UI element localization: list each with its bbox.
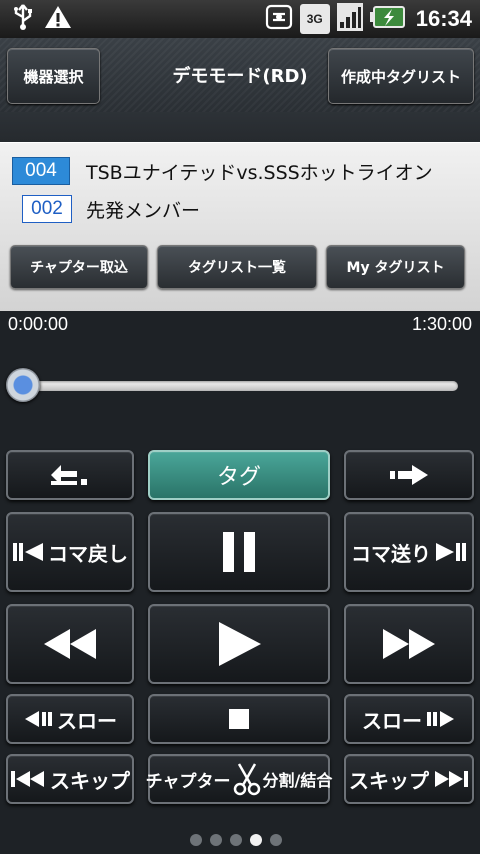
chapter-row: 002 先発メンバー: [12, 195, 200, 223]
fast-forward-icon: [381, 627, 437, 661]
header-spacer: [0, 112, 480, 142]
chapter-import-button[interactable]: チャプター取込: [10, 245, 148, 289]
page-title: デモモード(RD): [172, 66, 308, 87]
chapter-number: 002: [22, 195, 72, 223]
skip-forward-icon: [433, 769, 469, 789]
status-bar: 3G 16:34: [0, 0, 480, 38]
taglist-list-button[interactable]: タグリスト一覧: [157, 245, 317, 289]
frame-back-icon: [12, 541, 44, 563]
fast-forward-button[interactable]: [344, 604, 474, 684]
end-time: 1:30:00: [411, 314, 472, 334]
skip-forward-label: スキップ: [349, 768, 429, 793]
slow-forward-label: スロー: [362, 708, 422, 733]
network-3g-icon: 3G: [299, 4, 330, 34]
play-icon: [215, 620, 263, 668]
skip-back-button[interactable]: スキップ: [6, 754, 134, 804]
return-arrow-icon: [47, 461, 93, 489]
app-header: 機器選択 デモモード(RD) 作成中タグリスト: [0, 38, 480, 113]
slow-back-button[interactable]: スロー: [6, 694, 134, 744]
page-indicator: [190, 834, 282, 846]
frame-forward-icon: [435, 541, 467, 563]
current-taglist-button[interactable]: 作成中タグリスト: [328, 48, 474, 104]
play-button[interactable]: [148, 604, 330, 684]
chapter-title: 先発メンバー: [86, 199, 201, 222]
scissors-icon: [233, 762, 261, 796]
seek-thumb[interactable]: [6, 368, 40, 402]
chapter-split-label-2: 分割/結合: [262, 771, 333, 790]
frame-forward-label: コマ送り: [351, 541, 431, 566]
slow-back-icon: [23, 709, 53, 729]
rewind-button[interactable]: [6, 604, 134, 684]
pause-button[interactable]: [148, 512, 330, 592]
frame-back-button[interactable]: コマ戻し: [6, 512, 134, 592]
my-taglist-button[interactable]: My タグリスト: [326, 245, 465, 289]
device-select-button[interactable]: 機器選択: [7, 48, 100, 104]
stop-icon: [227, 707, 251, 731]
program-row: 004 TSBユナイテッドvs.SSSホットライオン: [12, 157, 433, 185]
slow-forward-icon: [426, 709, 456, 729]
pause-icon: [219, 530, 259, 574]
stop-button[interactable]: [148, 694, 330, 744]
program-number: 004: [12, 157, 70, 185]
jump-forward-button[interactable]: [344, 450, 474, 500]
program-title: TSBユナイテッドvs.SSSホットライオン: [86, 161, 433, 184]
tag-button[interactable]: タグ: [148, 450, 330, 500]
page-dot[interactable]: [190, 834, 202, 846]
jump-arrow-icon: [386, 461, 432, 489]
chapter-split-label-1: チャプター: [145, 771, 231, 792]
program-info-panel: 004 TSBユナイテッドvs.SSSホットライオン 002 先発メンバー チャ…: [0, 142, 480, 311]
rewind-icon: [42, 627, 98, 661]
seek-bar[interactable]: [12, 381, 458, 391]
signal-icon: [336, 2, 364, 36]
skip-back-label: スキップ: [50, 768, 130, 793]
slow-back-label: スロー: [57, 708, 117, 733]
return-button[interactable]: [6, 450, 134, 500]
page-dot[interactable]: [230, 834, 242, 846]
usb-icon: [12, 3, 34, 35]
start-time: 0:00:00: [8, 314, 69, 334]
warning-icon: [44, 4, 72, 34]
skip-back-icon: [10, 769, 46, 789]
chapter-split-join-button[interactable]: チャプター 分割/結合: [145, 754, 333, 804]
page-dot[interactable]: [270, 834, 282, 846]
skip-forward-button[interactable]: スキップ: [344, 754, 474, 804]
battery-charging-icon: [369, 4, 406, 34]
page-dot[interactable]: [250, 834, 262, 846]
frame-forward-button[interactable]: コマ送り: [344, 512, 474, 592]
status-clock: 16:34: [415, 6, 472, 31]
slow-forward-button[interactable]: スロー: [344, 694, 474, 744]
sync-icon: [264, 2, 294, 36]
frame-back-label: コマ戻し: [48, 541, 128, 566]
page-dot[interactable]: [210, 834, 222, 846]
